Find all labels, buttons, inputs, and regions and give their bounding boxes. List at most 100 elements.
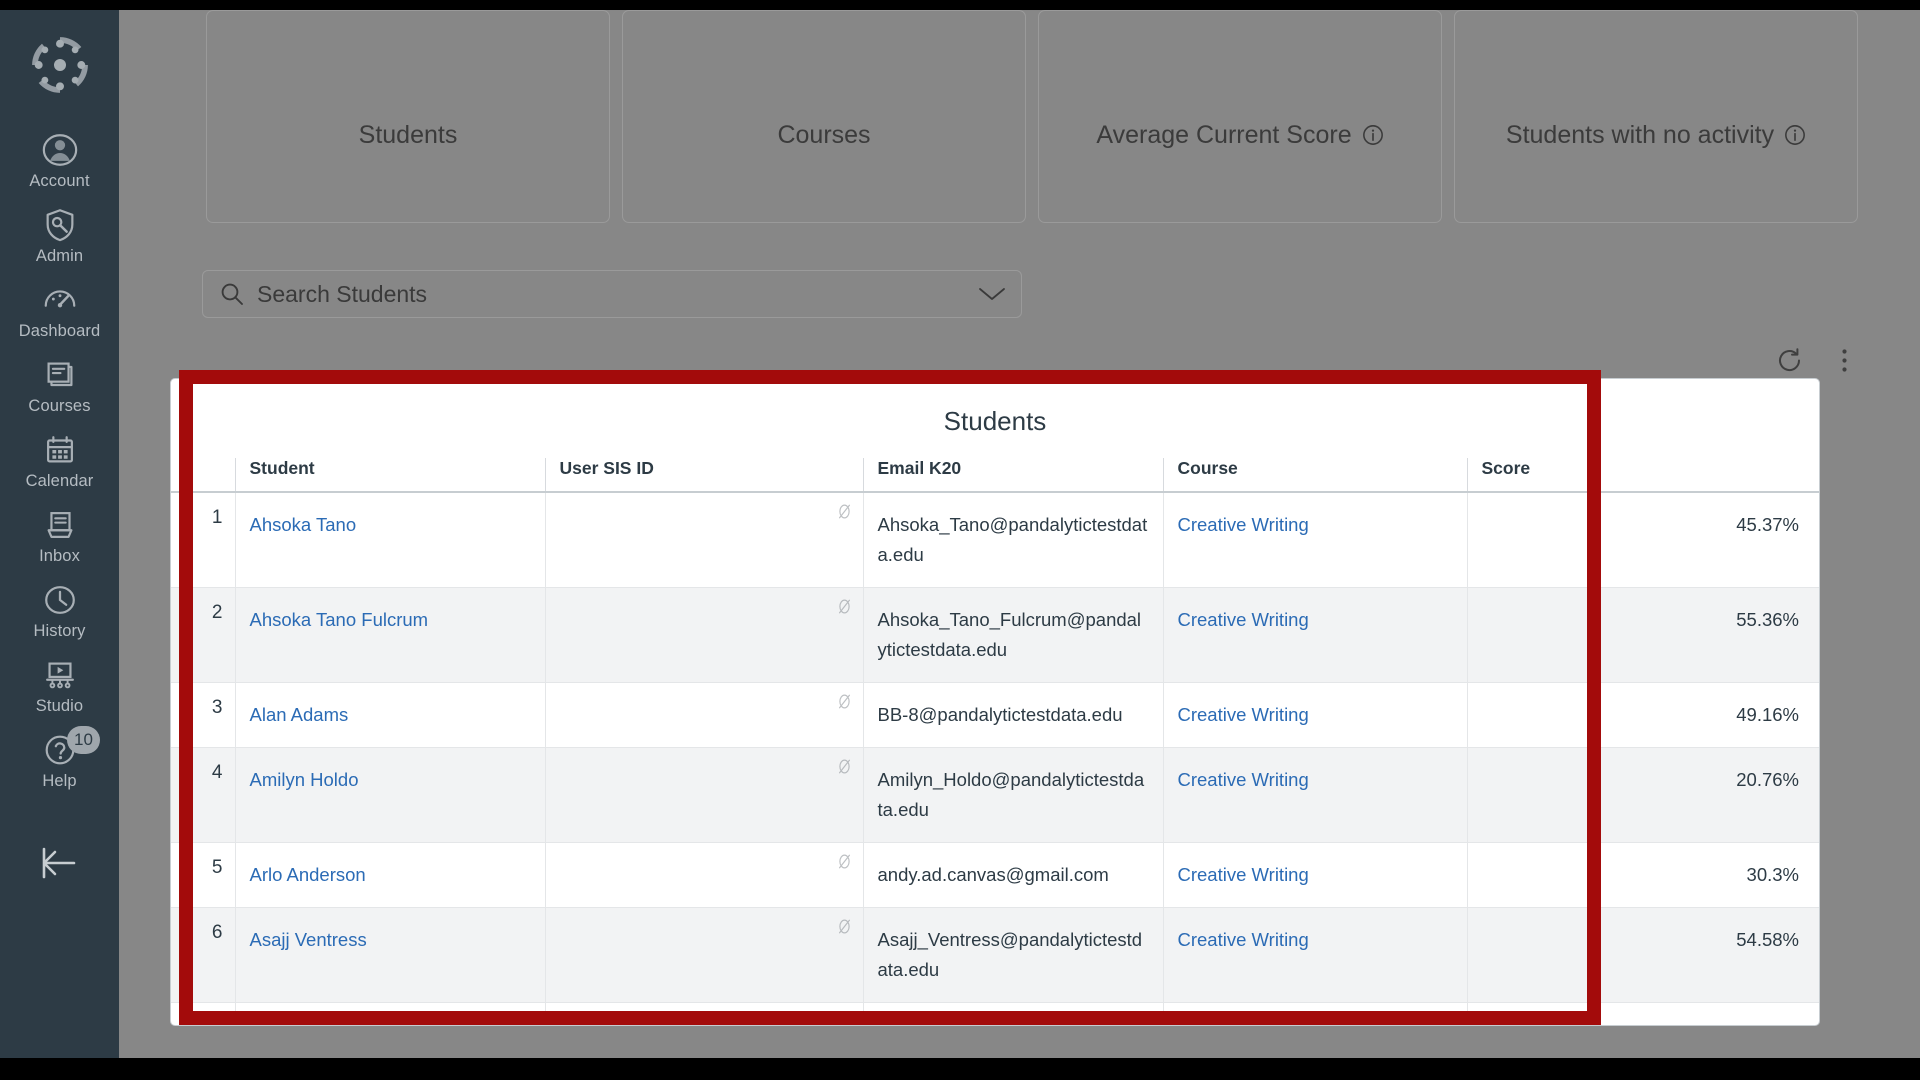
cell-student: Aurra Sing <box>234 1002 545 1025</box>
cell-user-sis-id <box>544 842 863 908</box>
row-index: 7 <box>171 1002 235 1025</box>
refresh-icon[interactable] <box>1776 347 1803 374</box>
cell-user-sis-id <box>544 682 863 748</box>
student-link[interactable]: Alan Adams <box>250 704 349 725</box>
cell-score: 45.37% <box>1466 492 1819 588</box>
row-index: 6 <box>171 907 235 1003</box>
cell-score: 55.36% <box>1466 587 1819 683</box>
column-header-score[interactable]: Score <box>1466 458 1819 493</box>
cell-email: Ahsoka_Tano_Fulcrum@pandalytictestdata.e… <box>862 587 1163 683</box>
empty-value-icon <box>838 599 850 614</box>
info-circle-icon[interactable] <box>1362 124 1384 146</box>
row-index: 4 <box>171 747 235 843</box>
student-link[interactable]: Ahsoka Tano Fulcrum <box>250 609 429 630</box>
stat-card-courses[interactable]: Courses <box>622 10 1026 223</box>
studio-screen-icon <box>45 662 74 689</box>
student-link[interactable]: Ahsoka Tano <box>250 514 357 535</box>
stat-card-students-with-no-activity[interactable]: Students with no activity <box>1454 10 1858 223</box>
cell-user-sis-id <box>544 587 863 683</box>
cell-score: 49.16% <box>1466 682 1819 748</box>
student-link[interactable]: Asajj Ventress <box>250 929 367 950</box>
sidebar-item-inbox[interactable]: Inbox <box>0 497 119 572</box>
table-row: 6 Asajj Ventress Asajj_Ventress@pandalytic… <box>171 907 1819 1003</box>
course-link[interactable]: Creative Writing <box>1178 514 1309 535</box>
table-row: 4 Amilyn Holdo Amilyn_Holdo@pandalytictest… <box>171 747 1819 843</box>
course-link[interactable]: Creative Writing <box>1178 864 1309 885</box>
sidebar-collapse-button[interactable] <box>0 843 119 883</box>
sidebar-item-account[interactable]: Account <box>0 122 119 197</box>
global-navigation-sidebar: Account Admin Dashboard Courses Calendar… <box>0 0 119 1080</box>
empty-value-icon <box>838 919 850 934</box>
stat-card-students[interactable]: Students <box>206 10 610 223</box>
info-circle-icon[interactable] <box>1784 124 1806 146</box>
sidebar-item-label: Help <box>42 772 77 790</box>
gauge-icon <box>44 290 75 308</box>
sidebar-item-calendar[interactable]: Calendar <box>0 422 119 497</box>
stat-card-title: Students <box>358 120 458 149</box>
course-link[interactable]: Creative Writing <box>1178 769 1309 790</box>
calendar-icon <box>46 436 73 463</box>
cell-student: Asajj Ventress <box>234 907 545 1003</box>
sidebar-item-courses[interactable]: Courses <box>0 347 119 422</box>
chevron-down-icon[interactable] <box>977 285 1007 303</box>
help-badge-count: 10 <box>67 726 100 754</box>
stat-cards-row: Students Courses Average Current Score S… <box>206 10 1858 223</box>
stat-card-title: Courses <box>777 120 871 149</box>
cell-score: 54.24% <box>1466 1002 1819 1025</box>
column-header-student[interactable]: Student <box>234 458 545 493</box>
student-link[interactable]: Aurra Sing <box>250 1024 337 1025</box>
clock-icon <box>44 586 75 614</box>
empty-value-icon <box>838 854 850 869</box>
stat-card-title: Average Current Score <box>1096 120 1352 149</box>
empty-value-icon <box>838 694 850 709</box>
search-students-field[interactable] <box>202 270 1022 318</box>
sidebar-item-label: Courses <box>28 397 91 415</box>
sidebar-item-history[interactable]: History <box>0 572 119 647</box>
course-link[interactable]: Creative Writing <box>1178 929 1309 950</box>
cell-course: Creative Writing <box>1162 842 1467 908</box>
table-row: 5 Arlo Anderson andy.ad.canvas@gmail.com Cr… <box>171 842 1819 908</box>
book-icon <box>47 362 72 387</box>
column-header-email-k20[interactable]: Email K20 <box>862 458 1163 493</box>
cell-student: Arlo Anderson <box>234 842 545 908</box>
more-vertical-icon[interactable] <box>1831 347 1858 374</box>
course-link[interactable]: Creative Writing <box>1178 1024 1309 1025</box>
panel-title: Students <box>943 406 1047 436</box>
table-body: 1 Ahsoka Tano Ahsoka_Tano@pandalytictestda… <box>171 492 1819 1025</box>
table-toolbar <box>1776 347 1858 374</box>
collapse-arrow-icon <box>42 847 75 879</box>
sidebar-item-help[interactable]: 10 Help <box>0 722 119 797</box>
cell-student: Ahsoka Tano Fulcrum <box>234 587 545 683</box>
sidebar-item-admin[interactable]: Admin <box>0 197 119 272</box>
stat-card-average-current-score[interactable]: Average Current Score <box>1038 10 1442 223</box>
column-header-user-sis-id[interactable]: User SIS ID <box>544 458 863 493</box>
cell-course: Creative Writing <box>1162 682 1467 748</box>
cell-student: Alan Adams <box>234 682 545 748</box>
cell-student: Amilyn Holdo <box>234 747 545 843</box>
row-index: 1 <box>171 492 235 588</box>
sidebar-item-dashboard[interactable]: Dashboard <box>0 272 119 347</box>
table-row: 3 Alan Adams BB-8@pandalytictestdata.edu Cr… <box>171 682 1819 748</box>
sidebar-item-studio[interactable]: Studio <box>0 647 119 722</box>
student-link[interactable]: Arlo Anderson <box>250 864 366 885</box>
cell-email: Asajj_Ventress@pandalytictestdata.edu <box>862 907 1163 1003</box>
canvas-logo-icon[interactable] <box>29 34 91 96</box>
student-link[interactable]: Amilyn Holdo <box>250 769 359 790</box>
table-header-row: Student User SIS ID Email K20 Course Sco… <box>171 458 1819 493</box>
page-content-dimmed: Students Courses Average Current Score S… <box>119 0 1920 1058</box>
students-table-panel: Students Student User SIS ID Email K20 C… <box>170 378 1820 1026</box>
inbox-tray-icon <box>47 512 72 538</box>
user-circle-icon <box>42 134 77 166</box>
column-header-course[interactable]: Course <box>1162 458 1467 493</box>
empty-value-icon <box>838 1014 850 1025</box>
search-icon <box>221 283 243 305</box>
cell-user-sis-id <box>544 1002 863 1025</box>
row-index: 5 <box>171 842 235 908</box>
table-row: 2 Ahsoka Tano Fulcrum Ahsoka_Tano_Fulcrum@… <box>171 587 1819 683</box>
cell-email: andy.ad.canvas@gmail.com <box>862 842 1163 908</box>
course-link[interactable]: Creative Writing <box>1178 609 1309 630</box>
search-input[interactable] <box>245 280 977 308</box>
sidebar-item-label: Account <box>29 172 90 190</box>
course-link[interactable]: Creative Writing <box>1178 704 1309 725</box>
cell-email: Ahsoka_Tano@pandalytictestdata.edu <box>862 492 1163 588</box>
